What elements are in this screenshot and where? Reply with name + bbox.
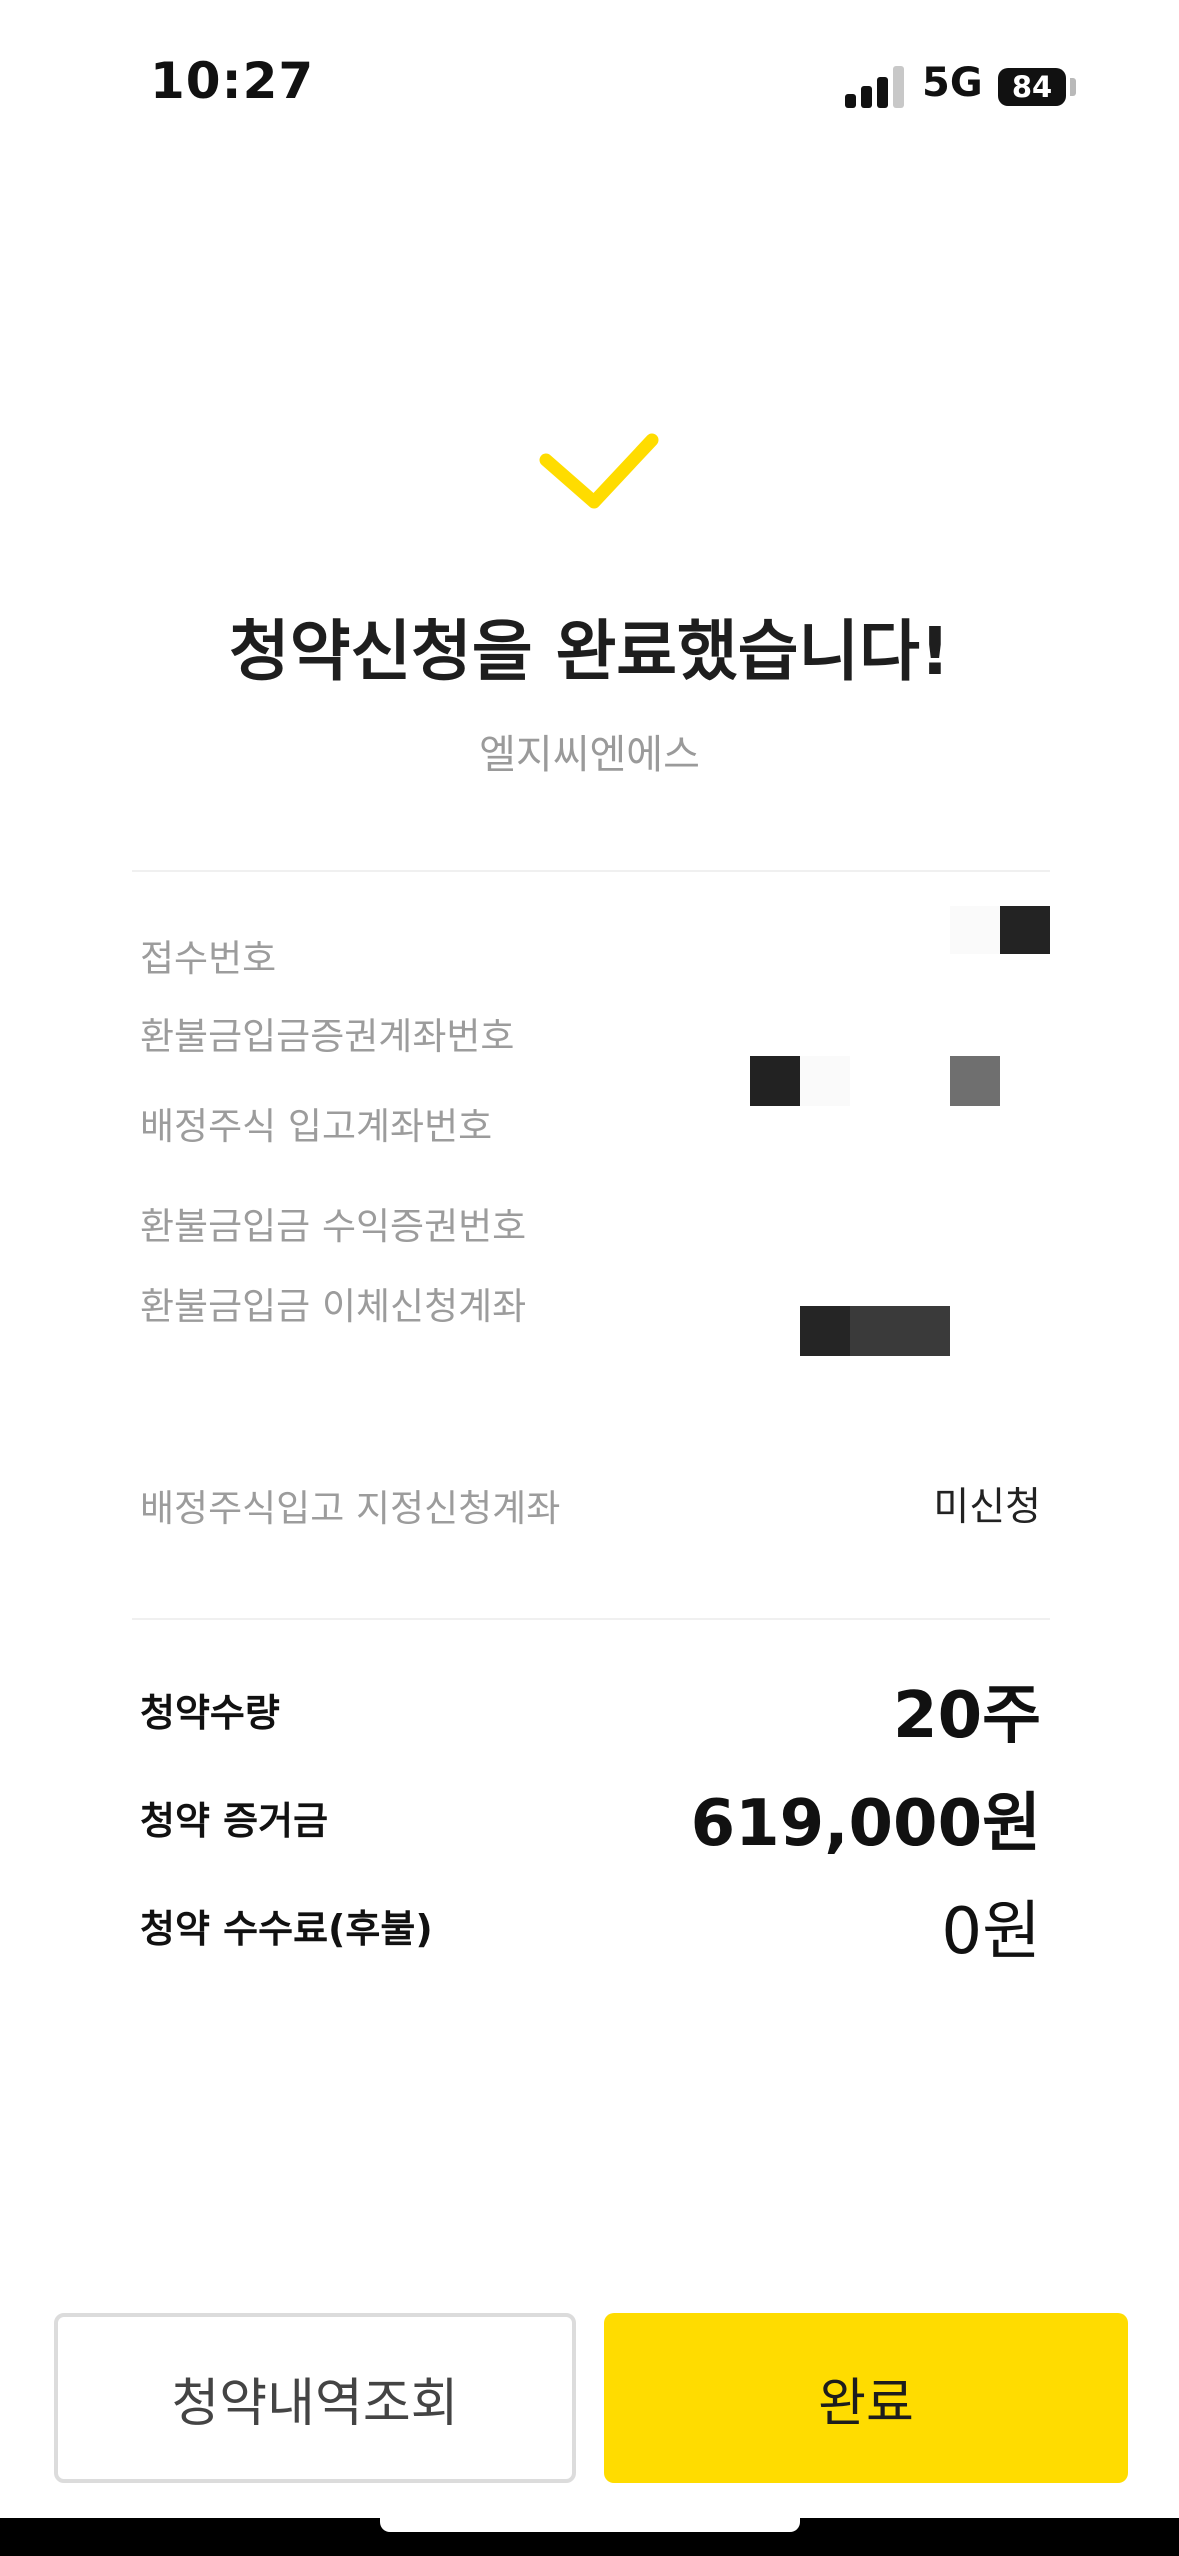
divider-bottom [132, 1618, 1050, 1620]
deposit-label: 청약 증거금 [140, 1799, 329, 1843]
network-type: 5G [922, 60, 983, 106]
divider-top [132, 870, 1050, 872]
fee-value: 0원 [941, 1895, 1041, 1969]
allotment-account-label: 배정주식 입고계좌번호 [140, 1105, 493, 1148]
battery-icon: 84 [998, 68, 1066, 106]
company-name: 엘지씨엔에스 [479, 732, 700, 778]
done-button[interactable]: 완료 [604, 2313, 1128, 2483]
checkmark-icon [539, 433, 659, 509]
redacted-value [750, 1056, 800, 1106]
redacted-value [850, 1306, 950, 1356]
redacted-value [950, 1056, 1000, 1106]
done-label: 완료 [818, 2373, 914, 2434]
refund-transfer-label: 환불금입금 이체신청계좌 [140, 1285, 527, 1328]
designated-account-label: 배정주식입고 지정신청계좌 [140, 1487, 561, 1530]
signal-icon [845, 66, 905, 108]
view-history-label: 청약내역조회 [171, 2373, 459, 2434]
refund-profit-label: 환불금입금 수익증권번호 [140, 1205, 527, 1248]
status-time: 10:27 [150, 52, 315, 110]
designated-account-value: 미신청 [933, 1485, 1041, 1530]
view-history-button[interactable]: 청약내역조회 [54, 2313, 576, 2483]
home-indicator[interactable] [380, 2518, 800, 2532]
refund-account-label: 환불금입금증권계좌번호 [140, 1015, 515, 1058]
redacted-value [800, 1306, 850, 1356]
receipt-number-label: 접수번호 [140, 937, 277, 980]
battery-level: 84 [1011, 70, 1053, 104]
fee-label: 청약 수수료(후불) [140, 1907, 433, 1951]
quantity-value: 20주 [893, 1679, 1041, 1753]
battery-tip [1070, 78, 1076, 96]
quantity-label: 청약수량 [140, 1691, 280, 1735]
deposit-value: 619,000원 [690, 1787, 1041, 1861]
redacted-value [800, 1056, 850, 1106]
redacted-value [1000, 906, 1050, 954]
status-bar: 10:27 5G 84 [0, 0, 1179, 150]
completion-title: 청약신청을 완료했습니다! [229, 613, 950, 690]
redacted-value [950, 906, 1000, 954]
